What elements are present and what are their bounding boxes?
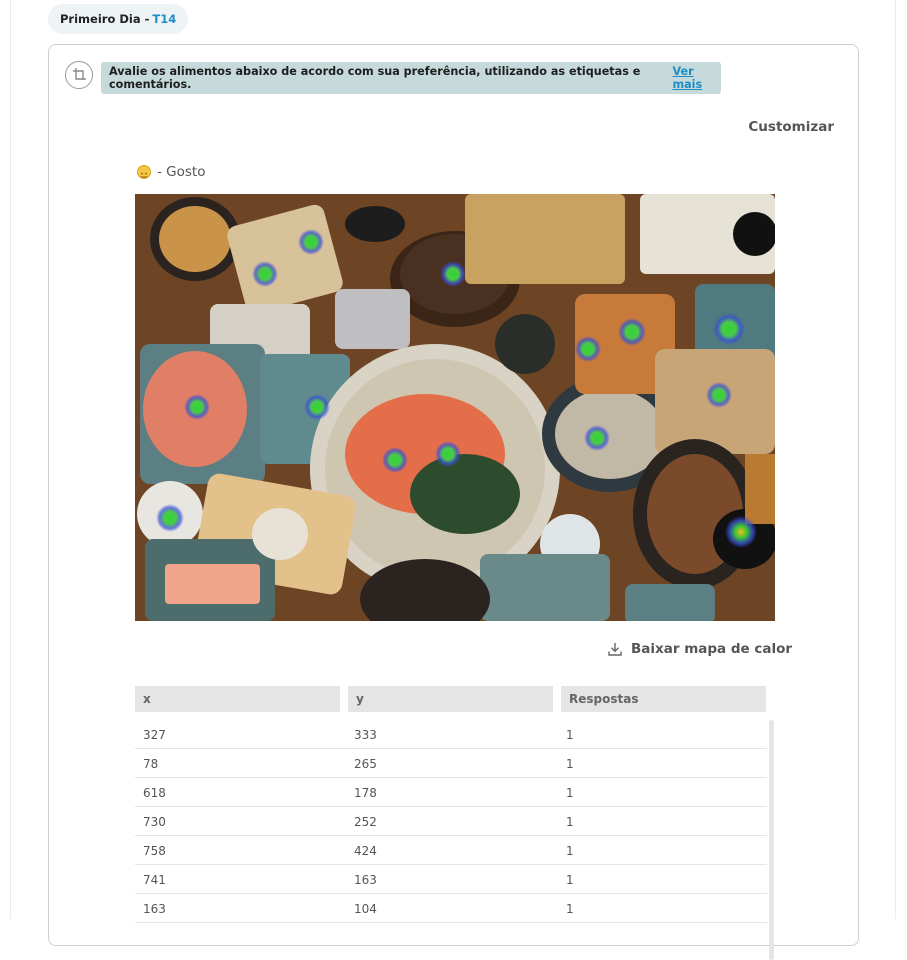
question-card: Avalie os alimentos abaixo de acordo com… bbox=[48, 44, 859, 960]
coordinates-table-body: 327 333 1 78 265 1 618 178 1 730 252 1 7… bbox=[135, 720, 767, 923]
table-row: 618 178 1 bbox=[135, 778, 767, 807]
page-frame-left bbox=[10, 0, 11, 919]
cell-y: 163 bbox=[354, 873, 377, 887]
table-scrollbar[interactable] bbox=[769, 720, 774, 960]
cell-y: 178 bbox=[354, 786, 377, 800]
cell-y: 424 bbox=[354, 844, 377, 858]
download-heatmap-button[interactable]: Baixar mapa de calor bbox=[607, 641, 792, 657]
crop-icon bbox=[65, 61, 93, 89]
cell-x: 730 bbox=[143, 815, 166, 829]
cell-x: 758 bbox=[143, 844, 166, 858]
cell-y: 252 bbox=[354, 815, 377, 829]
cell-y: 265 bbox=[354, 757, 377, 771]
cell-x: 741 bbox=[143, 873, 166, 887]
cell-respostas: 1 bbox=[566, 728, 574, 742]
customize-button[interactable]: Customizar bbox=[748, 119, 834, 135]
smiling-face-icon bbox=[137, 165, 151, 179]
cell-respostas: 1 bbox=[566, 873, 574, 887]
see-more-link[interactable]: Ver mais bbox=[672, 65, 721, 91]
cell-respostas: 1 bbox=[566, 902, 574, 916]
cell-x: 327 bbox=[143, 728, 166, 742]
cell-respostas: 1 bbox=[566, 786, 574, 800]
day-tab-tag: T14 bbox=[152, 12, 177, 26]
table-row: 758 424 1 bbox=[135, 836, 767, 865]
cell-x: 78 bbox=[143, 757, 159, 771]
heatmap-image[interactable] bbox=[135, 194, 775, 621]
day-tab-label: Primeiro Dia - bbox=[60, 12, 150, 26]
column-header-y[interactable]: y bbox=[348, 686, 553, 712]
download-label: Baixar mapa de calor bbox=[631, 641, 793, 657]
cell-x: 618 bbox=[143, 786, 166, 800]
question-label: - Gosto bbox=[157, 164, 206, 180]
cell-respostas: 1 bbox=[566, 757, 574, 771]
table-row: 78 265 1 bbox=[135, 749, 767, 778]
column-header-respostas[interactable]: Respostas bbox=[561, 686, 766, 712]
instructions-banner: Avalie os alimentos abaixo de acordo com… bbox=[101, 62, 721, 94]
cell-respostas: 1 bbox=[566, 815, 574, 829]
page-frame-right bbox=[895, 0, 896, 919]
table-row: 730 252 1 bbox=[135, 807, 767, 836]
column-header-x[interactable]: x bbox=[135, 686, 340, 712]
instructions-text: Avalie os alimentos abaixo de acordo com… bbox=[109, 65, 641, 91]
download-icon bbox=[608, 643, 622, 656]
cell-y: 104 bbox=[354, 902, 377, 916]
day-tab[interactable]: Primeiro Dia - T14 bbox=[48, 4, 189, 34]
table-row: 741 163 1 bbox=[135, 865, 767, 894]
cell-respostas: 1 bbox=[566, 844, 574, 858]
cell-y: 333 bbox=[354, 728, 377, 742]
table-row: 327 333 1 bbox=[135, 720, 767, 749]
cell-x: 163 bbox=[143, 902, 166, 916]
